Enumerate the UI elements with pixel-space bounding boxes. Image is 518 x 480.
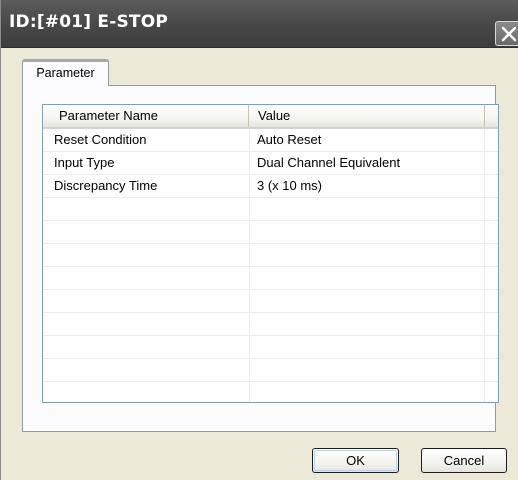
cell-parameter-name — [43, 267, 250, 289]
cancel-button[interactable]: Cancel — [421, 448, 507, 473]
cell-value — [250, 267, 485, 289]
cell-value: 3 (x 10 ms) — [250, 175, 485, 197]
cell-parameter-name — [43, 336, 250, 358]
table-row[interactable]: Input Type Dual Channel Equivalent — [43, 152, 498, 175]
table-row[interactable] — [43, 244, 498, 267]
cell-value — [250, 336, 485, 358]
cell-value: Auto Reset — [250, 129, 485, 151]
window-title: ID:[#01] E-STOP — [9, 12, 169, 32]
cell-value — [250, 313, 485, 335]
table-header: Parameter Name Value — [43, 105, 498, 129]
cell-parameter-name — [43, 382, 250, 402]
cell-parameter-name — [43, 221, 250, 243]
table-row[interactable] — [43, 198, 498, 221]
cell-value — [250, 359, 485, 381]
table-row[interactable] — [43, 313, 498, 336]
table-row[interactable]: Reset Condition Auto Reset — [43, 129, 498, 152]
cell-parameter-name — [43, 244, 250, 266]
cell-parameter-name: Input Type — [43, 152, 250, 174]
column-header-parameter-name[interactable]: Parameter Name — [43, 105, 249, 127]
cell-value — [250, 244, 485, 266]
tab-parameter[interactable]: Parameter — [22, 59, 109, 86]
tab-label: Parameter — [36, 66, 95, 80]
cell-parameter-name — [43, 313, 250, 335]
cell-parameter-name — [43, 198, 250, 220]
cell-parameter-name: Reset Condition — [43, 129, 250, 151]
table-row[interactable] — [43, 382, 498, 402]
table-row[interactable] — [43, 267, 498, 290]
table-row[interactable] — [43, 290, 498, 313]
cell-parameter-name: Discrepancy Time — [43, 175, 250, 197]
column-header-filler — [485, 105, 498, 127]
cell-value — [250, 221, 485, 243]
cell-value — [250, 198, 485, 220]
table-body: Reset Condition Auto Reset Input Type Du… — [43, 129, 498, 402]
table-row[interactable]: Discrepancy Time 3 (x 10 ms) — [43, 175, 498, 198]
ok-button[interactable]: OK — [312, 448, 399, 473]
cell-value — [250, 290, 485, 312]
close-button[interactable] — [495, 21, 518, 46]
cell-parameter-name — [43, 359, 250, 381]
parameter-table[interactable]: Parameter Name Value Reset Condition Aut… — [42, 104, 499, 403]
title-bar[interactable]: ID:[#01] E-STOP — [1, 0, 518, 48]
table-row[interactable] — [43, 359, 498, 382]
table-row[interactable] — [43, 336, 498, 359]
column-header-value[interactable]: Value — [249, 105, 485, 127]
cell-value: Dual Channel Equivalent — [250, 152, 485, 174]
dialog-window: ID:[#01] E-STOP Parameter Parameter Name… — [0, 0, 518, 480]
table-row[interactable] — [43, 221, 498, 244]
cell-value — [250, 382, 485, 402]
cell-parameter-name — [43, 290, 250, 312]
